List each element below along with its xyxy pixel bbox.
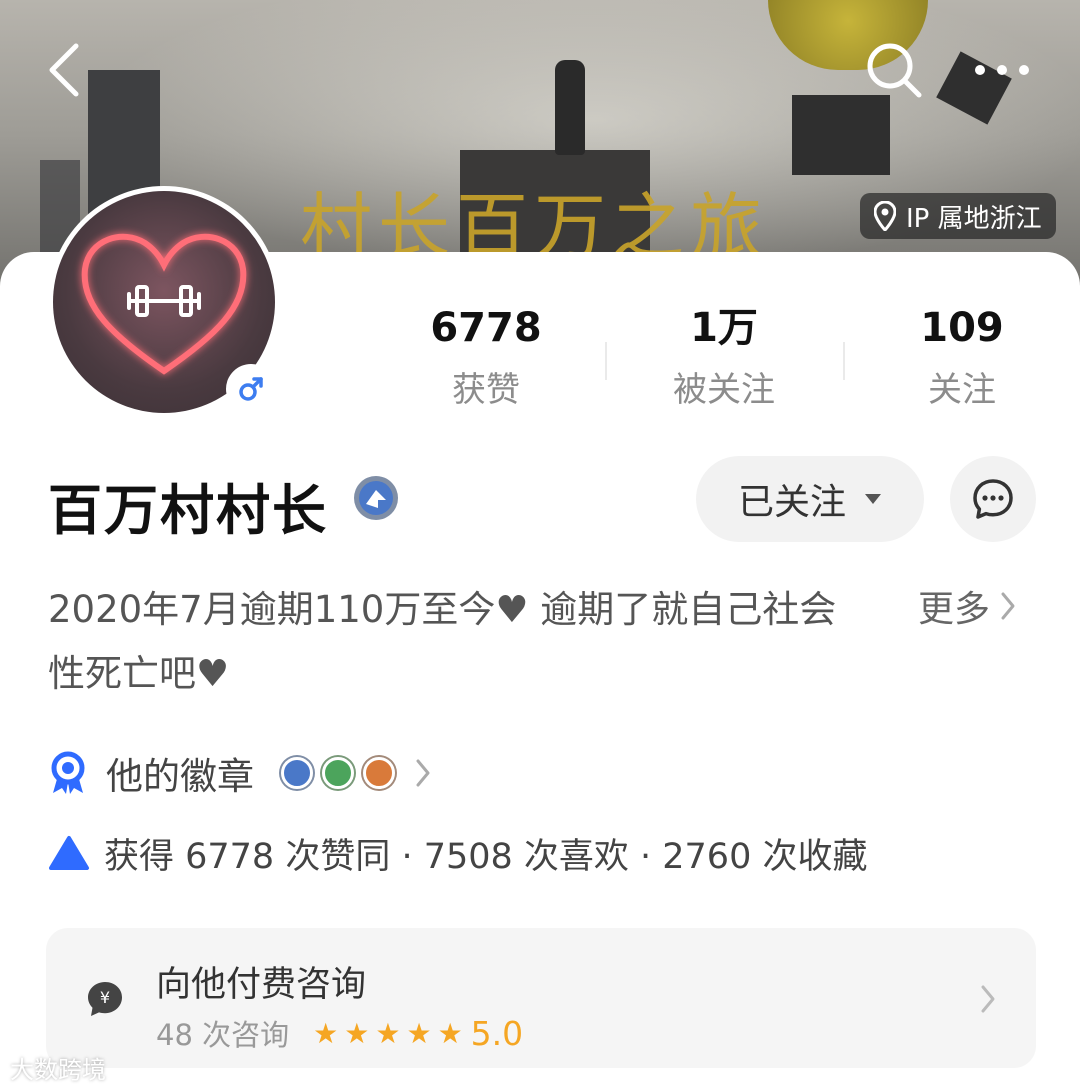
badge-verify-icon	[281, 757, 313, 789]
stat-value: 6778	[430, 305, 542, 351]
rating-score: 5.0	[470, 1013, 524, 1053]
stat-value: 1万	[690, 305, 758, 351]
search-icon	[867, 43, 922, 98]
more-label: 更多	[918, 589, 991, 630]
ip-location-text: IP 属地浙江	[906, 203, 1042, 234]
bio-more-link[interactable]: 更多	[918, 580, 1016, 632]
stat-divider	[843, 342, 845, 380]
ip-location-badge: IP 属地浙江	[860, 193, 1056, 239]
location-pin-icon	[874, 201, 896, 231]
caret-down-icon	[865, 494, 881, 504]
stat-divider	[605, 342, 607, 380]
svg-text:¥: ¥	[100, 988, 110, 1007]
chat-icon	[973, 479, 1013, 519]
star-icon: ★	[344, 1017, 370, 1050]
yen-chat-icon: ¥	[88, 982, 122, 1016]
male-icon	[239, 377, 263, 401]
message-button[interactable]	[950, 456, 1036, 542]
rating-stars: ★ ★ ★ ★ ★	[307, 1016, 463, 1050]
profile-bio: 2020年7月逾期110万至今♥ 逾期了就自己社会性死亡吧♥	[48, 588, 837, 695]
chevron-right-icon	[1001, 592, 1015, 620]
badges-row[interactable]: 他的徽章	[48, 748, 431, 798]
consult-title: 向他付费咨询	[156, 965, 367, 1005]
stat-following[interactable]: 109 关注	[862, 300, 1062, 411]
stat-label: 被关注	[673, 370, 775, 410]
chevron-left-icon	[49, 43, 79, 97]
banner-cube	[792, 95, 890, 175]
watermark: 大数跨境	[10, 1050, 106, 1085]
watermark-text: 大数跨境	[10, 1056, 106, 1084]
back-button[interactable]	[34, 40, 94, 100]
star-icon: ★	[406, 1017, 432, 1050]
consult-meta: 48 次咨询 ★ ★ ★ ★ ★ 5.0	[156, 1012, 523, 1054]
star-icon: ★	[313, 1017, 339, 1050]
stat-followers[interactable]: 1万 被关注	[624, 300, 824, 411]
chevron-right-icon	[981, 985, 995, 1013]
paid-consult-card[interactable]: ¥ 向他付费咨询 48 次咨询 ★ ★ ★ ★ ★ 5.0	[46, 928, 1036, 1068]
stat-value: 109	[920, 305, 1004, 351]
upvote-triangle-icon	[49, 836, 89, 870]
consult-count: 48 次咨询	[156, 1018, 290, 1052]
badge-eye-icon	[363, 757, 395, 789]
following-label: 已关注	[737, 482, 846, 523]
medal-icon	[51, 751, 85, 794]
gender-badge	[228, 366, 274, 412]
star-icon: ★	[375, 1017, 401, 1050]
verified-badge-icon	[354, 476, 398, 520]
badge-book-icon	[322, 757, 354, 789]
star-icon: ★	[437, 1017, 463, 1050]
following-button[interactable]: 已关注	[696, 456, 924, 542]
stat-label: 获赞	[452, 370, 520, 410]
stat-label: 关注	[928, 370, 996, 410]
more-button[interactable]	[972, 40, 1032, 100]
badges-label: 他的徽章	[106, 755, 254, 798]
profile-name: 百万村村长	[48, 479, 328, 542]
verified-badge[interactable]	[352, 474, 400, 526]
achievements-row: 获得 6778 次赞同 · 7508 次喜欢 · 2760 次收藏	[48, 828, 867, 878]
chevron-right-icon	[416, 759, 430, 787]
more-dots-icon	[975, 65, 1029, 75]
achievements-text: 获得 6778 次赞同 · 7508 次喜欢 · 2760 次收藏	[104, 836, 868, 877]
stat-likes[interactable]: 6778 获赞	[386, 300, 586, 411]
search-button[interactable]	[864, 40, 924, 100]
banner-figure	[555, 60, 585, 155]
